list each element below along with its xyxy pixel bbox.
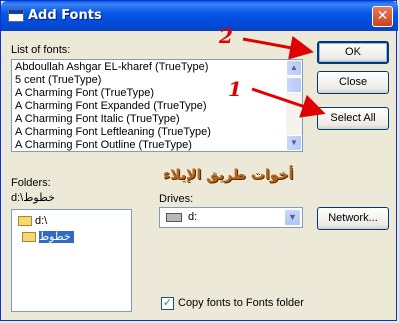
annotation-arrows [242,35,326,118]
annotation-number-2: 2 [219,24,233,48]
annotation-number-1: 1 [228,77,242,101]
